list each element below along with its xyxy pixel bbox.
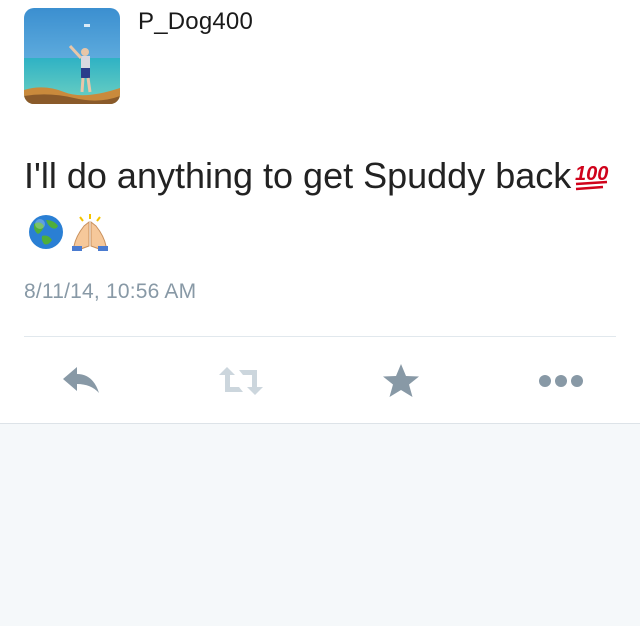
globe-emoji: [26, 212, 66, 266]
tweet-text: I'll do anything to get Spuddy back 100: [24, 150, 624, 266]
timestamp[interactable]: 8/11/14, 10:56 AM: [24, 280, 196, 304]
tweet-body: I'll do anything to get Spuddy back: [24, 155, 572, 196]
star-icon: [383, 364, 419, 397]
page: P_Dog400 I'll do anything to get Spuddy …: [0, 0, 640, 626]
more-dots-icon: [539, 375, 583, 387]
folded-hands-emoji: [68, 212, 112, 266]
divider: [24, 336, 616, 337]
more-button[interactable]: [536, 356, 586, 406]
reply-arrow-icon: [63, 367, 99, 393]
avatar[interactable]: [24, 8, 120, 104]
empty-background-area: [0, 424, 640, 626]
tweet-card: P_Dog400 I'll do anything to get Spuddy …: [0, 0, 640, 424]
retweet-button[interactable]: [216, 356, 266, 406]
hundred-points-emoji: 100: [573, 156, 609, 208]
retweet-icon: [219, 367, 263, 395]
favorite-button[interactable]: [376, 356, 426, 406]
username[interactable]: P_Dog400: [138, 8, 253, 36]
action-bar: [0, 356, 640, 406]
reply-button[interactable]: [56, 356, 106, 406]
